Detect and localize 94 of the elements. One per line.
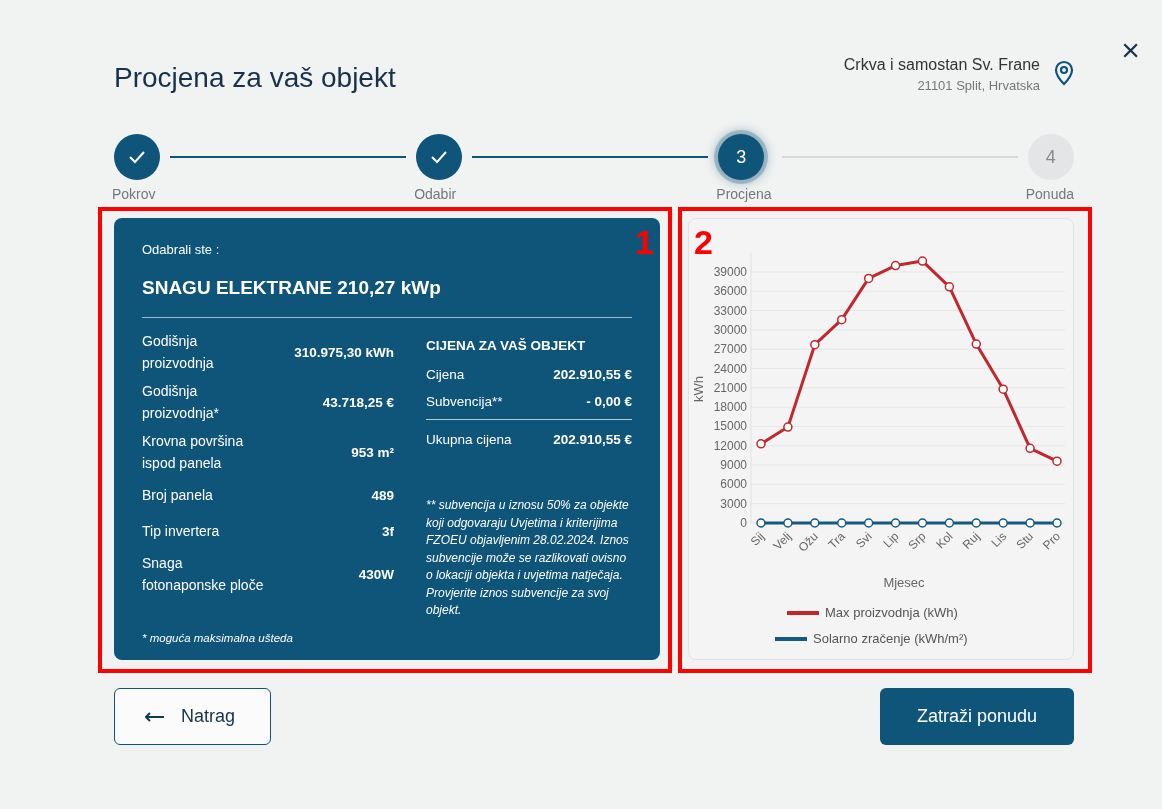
data-point — [837, 314, 847, 325]
spec-label: Godišnja proizvodnja — [142, 332, 215, 373]
x-tick-label: Ožu — [795, 529, 821, 555]
x-tick-label: Pro — [1040, 529, 1064, 553]
spec-value: 953 m² — [351, 444, 394, 460]
y-tick-label: 12000 — [713, 438, 747, 453]
data-point — [1052, 456, 1062, 466]
legend-label: Solarno zračenje (kWh/m²) — [813, 631, 968, 646]
y-tick-label: 21000 — [713, 380, 747, 395]
price-value: 202.910,55 € — [553, 432, 632, 447]
arrow-left-icon — [145, 711, 165, 722]
data-point — [783, 422, 793, 432]
x-tick-label: Srp — [905, 529, 929, 553]
step-label: Procjena — [716, 186, 772, 202]
spec-value: 310.975,30 kWh — [294, 344, 394, 360]
step-indicator[interactable] — [416, 134, 463, 180]
back-button[interactable]: Natrag — [114, 688, 271, 745]
x-axis-title: Mjesec — [883, 575, 925, 590]
data-point — [890, 518, 901, 528]
data-point — [863, 273, 874, 284]
spec-label: Tip invertera — [142, 522, 220, 541]
y-tick-label: 24000 — [713, 361, 747, 376]
data-point — [783, 518, 793, 528]
x-tick-label: Ruj — [959, 529, 983, 552]
y-axis-title: kWh — [691, 376, 706, 402]
data-point — [837, 518, 847, 528]
spec-label: Godišnja proizvodnja* — [142, 382, 221, 423]
data-point — [810, 518, 820, 528]
step-indicator[interactable]: 3 — [718, 134, 765, 180]
close-button[interactable]: × — [1117, 34, 1144, 66]
data-point — [998, 518, 1008, 528]
location-name: Crkva i samostan Sv. Frane — [843, 56, 1040, 74]
subsidy-note: ** subvencija u iznosu 50% za objekte koji odgovaraju Uvjetima i kriterijima FZOEU objavljenim 28.02.2024. Iznos subvencije može se razlikovati ovisno o lokaciji objekta i uvjetima natječaja. Provjerite iznos subvencije za svoj objekt. — [426, 497, 630, 619]
spec-value: 489 — [371, 487, 394, 503]
x-tick-label: Svi — [853, 529, 875, 551]
price-label: Subvencija** — [426, 394, 503, 409]
data-point — [1025, 443, 1035, 454]
page-title: Procjena za vaš objekt — [114, 62, 396, 94]
data-point — [756, 439, 766, 449]
step-label: Odabir — [414, 186, 457, 202]
y-tick-label: 9000 — [720, 458, 747, 473]
data-point — [944, 282, 955, 292]
data-point — [971, 339, 981, 349]
data-point — [810, 340, 820, 350]
data-point — [756, 518, 766, 528]
y-tick-label: 18000 — [713, 400, 747, 415]
x-tick-label: Sij — [747, 529, 768, 549]
legend-label: Max proizvodnja (kWh) — [825, 605, 958, 620]
intro-text: Odabrali ste : — [142, 242, 221, 257]
price-title: CIJENA ZA VAŠ OBJEKT — [426, 338, 587, 353]
x-tick-label: Lip — [880, 529, 902, 551]
spec-value: 430W — [358, 566, 394, 582]
annotation-label: 2 — [694, 223, 713, 262]
x-tick-label: Velj — [770, 529, 795, 553]
x-tick-label: Stu — [1013, 529, 1037, 552]
spec-label: Krovna površina ispod panela — [142, 432, 245, 473]
spec-value: 3f — [382, 523, 394, 539]
annotation-label: 1 — [635, 223, 654, 262]
step-indicator[interactable] — [114, 134, 160, 180]
data-point — [863, 518, 874, 528]
price-label: Cijena — [426, 367, 465, 382]
price-label: Ukupna cijena — [426, 432, 512, 447]
data-point — [971, 518, 981, 528]
y-tick-label: 0 — [740, 516, 747, 530]
request-offer-button[interactable]: Zatraži ponudu — [880, 688, 1074, 745]
y-tick-label: 30000 — [713, 322, 747, 337]
location-address: 21101 Split, Hrvatska — [916, 78, 1040, 93]
step-label: Pokrov — [112, 186, 156, 202]
data-point — [1052, 518, 1062, 528]
data-point — [890, 260, 901, 271]
step-label: Ponuda — [1025, 186, 1074, 202]
y-tick-label: 36000 — [713, 284, 747, 299]
price-value: 202.910,55 € — [553, 367, 632, 382]
y-tick-label: 33000 — [713, 303, 747, 318]
y-tick-label: 3000 — [720, 496, 747, 511]
price-value: - 0,00 € — [586, 394, 632, 409]
x-tick-label: Kol — [933, 529, 956, 552]
spec-label: Broj panela — [142, 486, 213, 505]
spec-label: Snaga fotonaponske ploče — [142, 554, 265, 595]
headline: SNAGU ELEKTRANE 210,27 kWp — [142, 277, 632, 318]
data-point — [998, 384, 1008, 394]
y-tick-label: 15000 — [713, 419, 747, 434]
x-tick-label: Tra — [825, 529, 848, 552]
map-pin-icon — [1054, 60, 1074, 86]
data-point — [1025, 518, 1035, 528]
data-point — [917, 518, 928, 528]
y-tick-label: 6000 — [720, 477, 747, 492]
data-point — [944, 518, 955, 528]
x-tick-label: Lis — [988, 529, 1010, 550]
spec-value: 43.718,25 € — [322, 394, 394, 410]
y-tick-label: 27000 — [713, 342, 747, 357]
y-tick-label: 39000 — [713, 265, 747, 279]
data-point — [917, 256, 928, 266]
footnote: * moguća maksimalna ušteda — [142, 632, 294, 644]
